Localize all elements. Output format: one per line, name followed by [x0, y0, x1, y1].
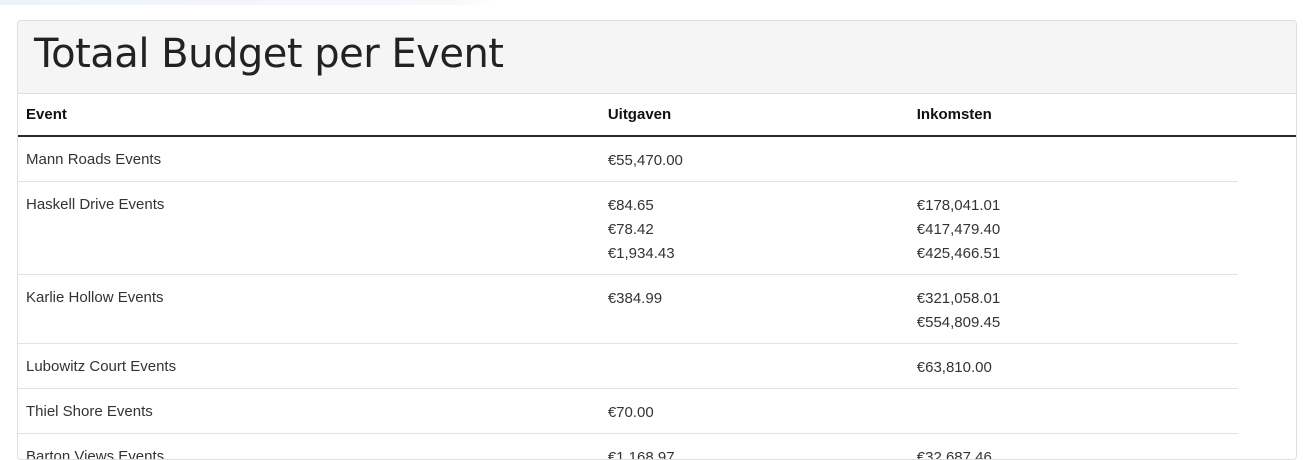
inkomsten-amount: €554,809.45: [917, 311, 1238, 335]
inkomsten-amount: €425,466.51: [917, 242, 1238, 266]
inkomsten-cell: [909, 136, 1238, 182]
event-name-cell: Barton Views Events: [18, 434, 600, 460]
event-name-cell: Lubowitz Court Events: [18, 344, 600, 389]
inkomsten-amount: €32,687.46: [917, 446, 1238, 460]
card-header: Totaal Budget per Event: [18, 21, 1296, 94]
uitgaven-cell: €70.00: [600, 389, 909, 434]
uitgaven-amount: €1,934.43: [608, 242, 909, 266]
column-header-inkomsten: Inkomsten: [909, 94, 1238, 136]
uitgaven-amount: €1,168.97: [608, 446, 909, 460]
inkomsten-cell: €321,058.01€554,809.45: [909, 275, 1238, 344]
uitgaven-amount: €78.42: [608, 218, 909, 242]
row-spacer: [1238, 434, 1297, 460]
uitgaven-cell: [600, 344, 909, 389]
inkomsten-cell: €178,041.01€417,479.40€425,466.51: [909, 182, 1238, 275]
uitgaven-amount: €55,470.00: [608, 149, 909, 173]
uitgaven-cell: €384.99: [600, 275, 909, 344]
inkomsten-amount: €321,058.01: [917, 287, 1238, 311]
column-header-event: Event: [18, 94, 600, 136]
uitgaven-cell: €84.65€78.42€1,934.43: [600, 182, 909, 275]
event-name-cell: Karlie Hollow Events: [18, 275, 600, 344]
table-header: Event Uitgaven Inkomsten: [18, 94, 1297, 136]
budget-card: Totaal Budget per Event Event Uitgaven I…: [17, 20, 1297, 460]
table-row: Lubowitz Court Events €63,810.00: [18, 344, 1297, 389]
inkomsten-cell: [909, 389, 1238, 434]
uitgaven-cell: €1,168.97: [600, 434, 909, 460]
uitgaven-amount: €84.65: [608, 194, 909, 218]
top-progress-strip: [0, 0, 500, 5]
row-spacer: [1238, 136, 1297, 182]
table-row: Barton Views Events €1,168.97 €32,687.46: [18, 434, 1297, 460]
event-name-cell: Haskell Drive Events: [18, 182, 600, 275]
uitgaven-amount: €70.00: [608, 401, 909, 425]
inkomsten-amount: €178,041.01: [917, 194, 1238, 218]
page-title: Totaal Budget per Event: [34, 21, 1296, 85]
inkomsten-cell: €32,687.46: [909, 434, 1238, 460]
inkomsten-amount: €63,810.00: [917, 356, 1238, 380]
table-row: Haskell Drive Events€84.65€78.42€1,934.4…: [18, 182, 1297, 275]
uitgaven-amount: €384.99: [608, 287, 909, 311]
event-name-cell: Thiel Shore Events: [18, 389, 600, 434]
table-header-row: Event Uitgaven Inkomsten: [18, 94, 1297, 136]
row-spacer: [1238, 182, 1297, 275]
inkomsten-cell: €63,810.00: [909, 344, 1238, 389]
event-name-cell: Mann Roads Events: [18, 136, 600, 182]
row-spacer: [1238, 344, 1297, 389]
inkomsten-amount: €417,479.40: [917, 218, 1238, 242]
table-row: Karlie Hollow Events€384.99€321,058.01€5…: [18, 275, 1297, 344]
table-row: Thiel Shore Events €70.00: [18, 389, 1297, 434]
column-header-spacer: [1238, 94, 1297, 136]
row-spacer: [1238, 389, 1297, 434]
uitgaven-cell: €55,470.00: [600, 136, 909, 182]
row-spacer: [1238, 275, 1297, 344]
budget-table: Event Uitgaven Inkomsten Mann Roads Even…: [18, 94, 1297, 460]
table-body: Mann Roads Events €55,470.00 Haskell Drive…: [18, 136, 1297, 460]
table-row: Mann Roads Events €55,470.00: [18, 136, 1297, 182]
column-header-uitgaven: Uitgaven: [600, 94, 909, 136]
